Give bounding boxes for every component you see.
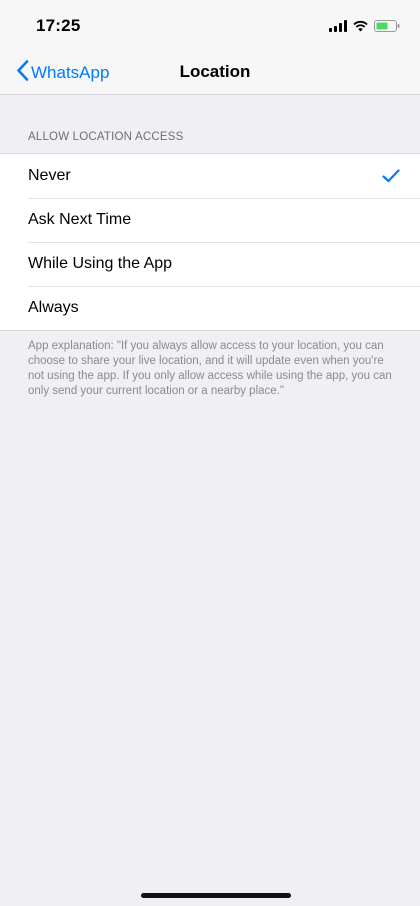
option-label: While Using the App — [28, 255, 173, 272]
option-always[interactable]: Always — [0, 286, 420, 330]
option-ask-next-time[interactable]: Ask Next Time — [0, 198, 420, 242]
option-while-using-app[interactable]: While Using the App — [0, 242, 420, 286]
section-header: ALLOW LOCATION ACCESS — [28, 131, 184, 143]
top-bar: 17:25 WhatsApp Location — [0, 0, 420, 95]
status-time: 17:25 — [36, 16, 81, 35]
section-footer-explanation: App explanation: "If you always allow ac… — [28, 340, 392, 397]
cellular-signal-icon — [329, 20, 347, 32]
home-indicator[interactable] — [141, 893, 291, 898]
option-label: Always — [28, 299, 79, 316]
page-title: Location — [179, 62, 251, 81]
option-label: Ask Next Time — [28, 211, 132, 228]
option-label: Never — [28, 167, 71, 184]
location-options-list: Never Ask Next Time While Using the App … — [0, 153, 420, 331]
battery-icon — [374, 20, 400, 32]
option-never[interactable]: Never — [0, 154, 420, 198]
status-bar: 17:25 — [0, 0, 420, 52]
checkmark-icon — [380, 165, 402, 187]
status-icons — [329, 20, 400, 32]
wifi-icon — [353, 20, 368, 32]
navigation-bar: WhatsApp Location — [0, 52, 420, 94]
